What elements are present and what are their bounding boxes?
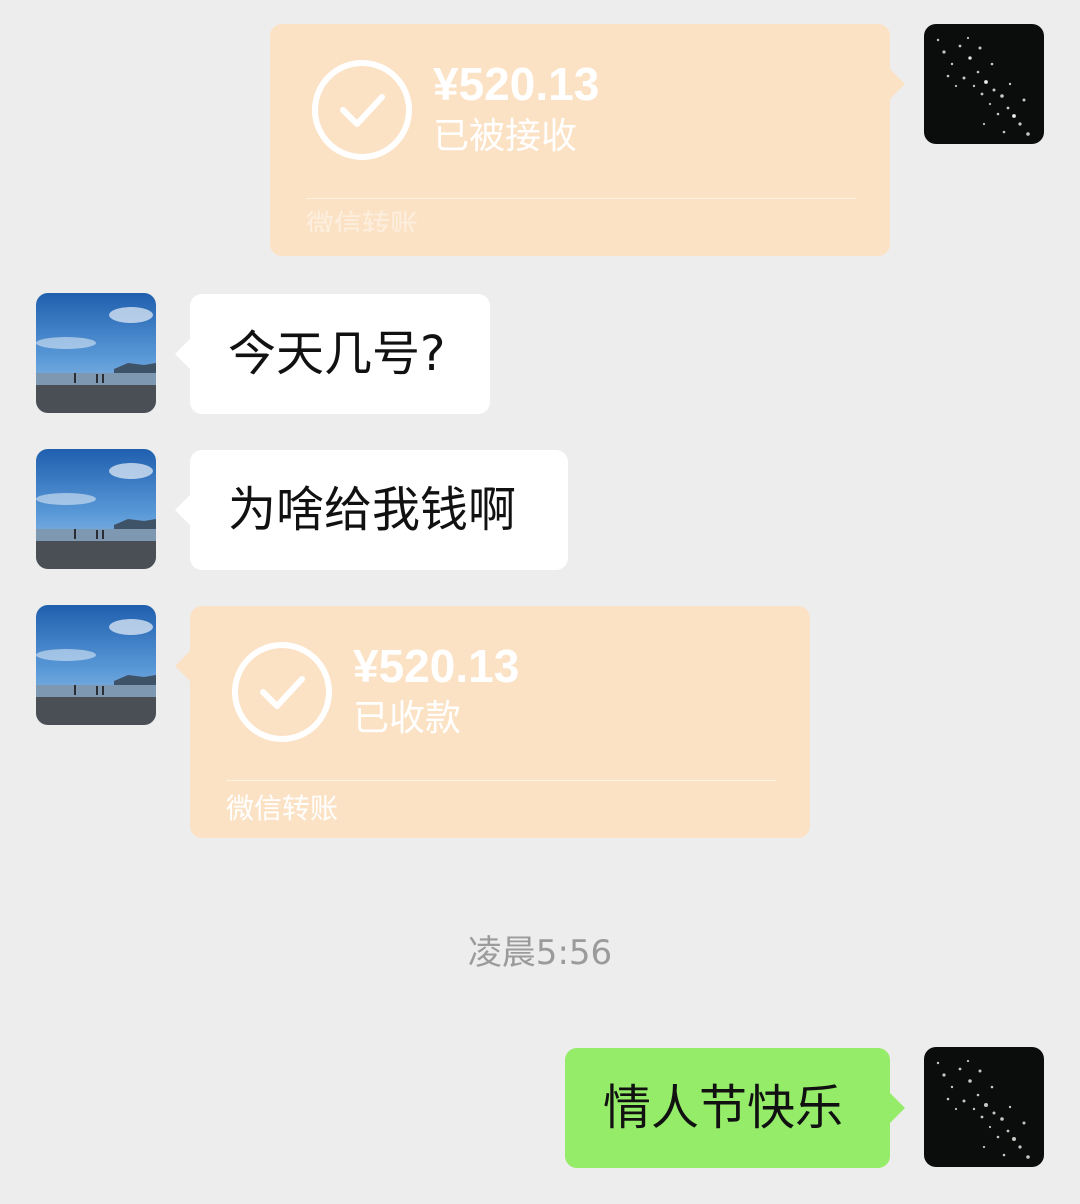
own-avatar[interactable] — [924, 24, 1044, 144]
transfer-sent-bubble[interactable]: ¥520.13 已被接收 微信转账 — [270, 24, 905, 256]
transfer-source: 微信转账 — [226, 792, 339, 825]
transfer-status: 已被接收 — [433, 116, 578, 157]
bubble-tail — [175, 338, 191, 370]
beach-avatar-icon — [36, 605, 156, 725]
bubble-tail — [175, 650, 191, 682]
transfer-received-bubble[interactable]: ¥520.13 已收款 微信转账 — [175, 606, 810, 838]
transfer-divider — [306, 198, 856, 199]
message-bubble-money-question[interactable]: 为啥给我钱啊 — [175, 450, 568, 570]
night-city-avatar-icon — [924, 1047, 1044, 1167]
night-city-avatar-icon — [924, 24, 1044, 144]
contact-avatar[interactable] — [36, 605, 156, 725]
bubble-tail — [175, 494, 191, 526]
bubble-tail — [889, 1092, 905, 1124]
message-text: 情人节快乐 — [603, 1080, 844, 1136]
transfer-divider — [226, 780, 776, 781]
transfer-amount: ¥520.13 — [353, 640, 520, 692]
contact-avatar[interactable] — [36, 293, 156, 413]
beach-avatar-icon — [36, 293, 156, 413]
check-circle-icon — [230, 640, 334, 744]
message-timestamp: 凌晨5:56 — [467, 933, 613, 973]
message-text: 为啥给我钱啊 — [228, 482, 517, 538]
beach-avatar-icon — [36, 449, 156, 569]
own-avatar[interactable] — [924, 1047, 1044, 1167]
transfer-amount: ¥520.13 — [433, 58, 600, 110]
message-bubble-greeting[interactable]: 情人节快乐 — [565, 1048, 905, 1168]
transfer-status: 已收款 — [353, 698, 462, 739]
contact-avatar[interactable] — [36, 449, 156, 569]
bubble-tail — [889, 68, 905, 100]
message-text: 今天几号? — [228, 326, 446, 382]
check-circle-icon — [310, 58, 414, 162]
message-bubble-date-question[interactable]: 今天几号? — [175, 294, 490, 414]
transfer-source: 微信转账 — [306, 208, 419, 232]
